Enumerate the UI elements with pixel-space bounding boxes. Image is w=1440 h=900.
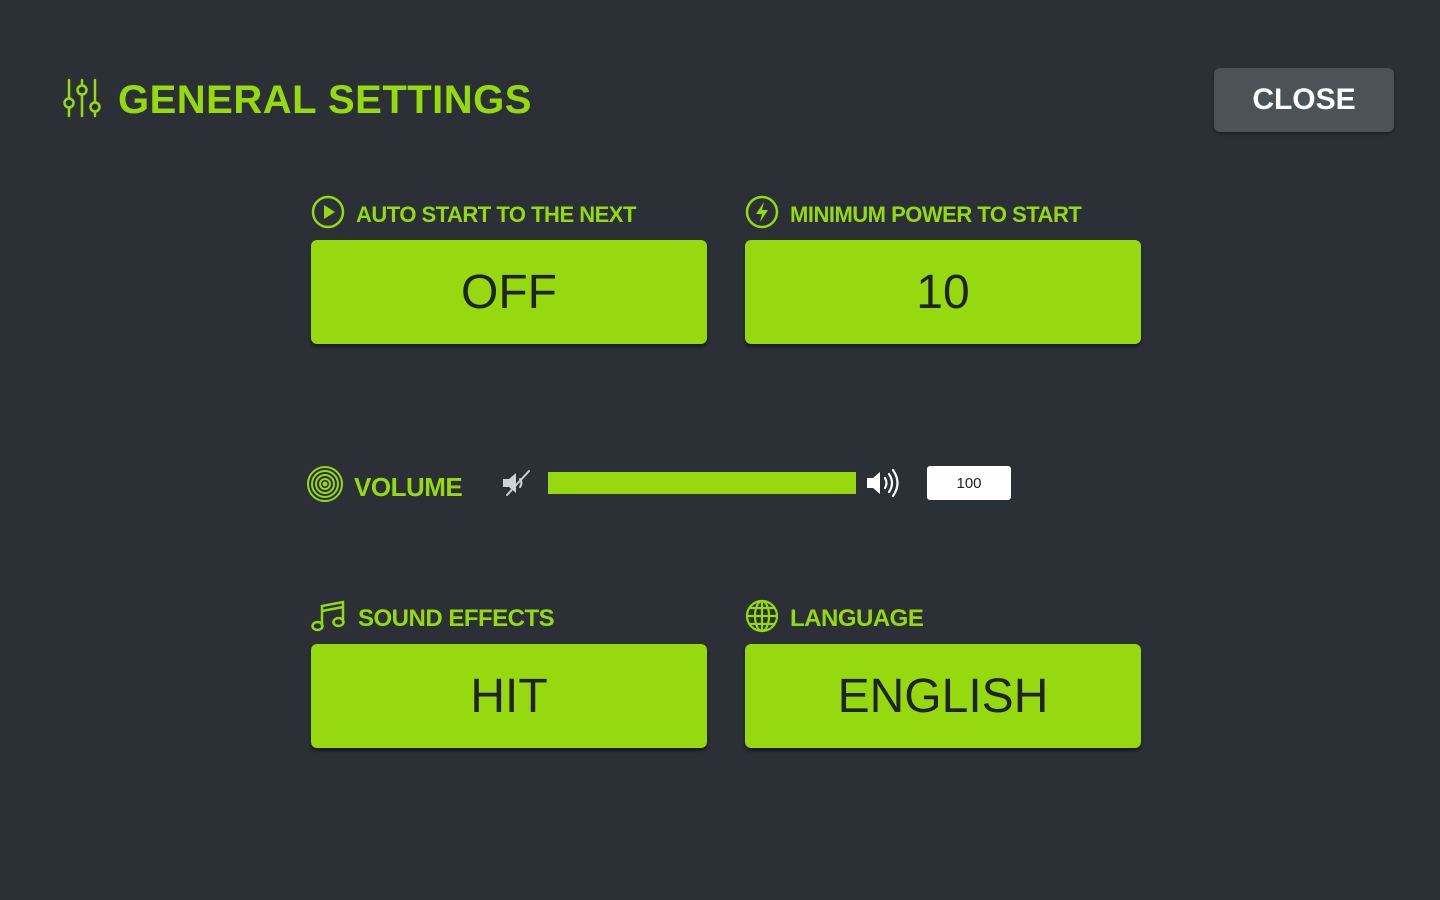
language-label-text: LANGUAGE	[790, 605, 924, 632]
sound-effects-label: SOUND EFFECTS	[310, 598, 555, 640]
target-rings-icon	[306, 465, 344, 509]
auto-start-label-text: AUTO START TO THE NEXT	[356, 202, 636, 227]
settings-screen: GENERAL SETTINGS CLOSE AUTO START TO THE…	[0, 0, 1440, 900]
speaker-loud-icon[interactable]	[864, 464, 904, 502]
speaker-mute-icon[interactable]	[498, 464, 536, 502]
min-power-label-text: MINIMUM POWER TO START	[790, 202, 1082, 227]
power-bolt-icon	[744, 194, 780, 236]
sliders-icon	[60, 76, 104, 125]
volume-slider-fill	[548, 472, 856, 494]
language-button[interactable]: ENGLISH	[745, 644, 1141, 748]
auto-start-label: AUTO START TO THE NEXT	[310, 194, 636, 236]
volume-value[interactable]: 100	[927, 466, 1011, 500]
volume-label: VOLUME	[306, 465, 463, 509]
page-title: GENERAL SETTINGS	[60, 76, 532, 125]
language-label: LANGUAGE	[744, 598, 924, 640]
volume-label-text: VOLUME	[354, 471, 463, 502]
music-note-icon	[310, 598, 348, 640]
play-circle-icon	[310, 194, 346, 236]
sound-effects-label-text: SOUND EFFECTS	[358, 605, 555, 632]
auto-start-button[interactable]: OFF	[311, 240, 707, 344]
volume-slider[interactable]	[548, 472, 856, 494]
globe-icon	[744, 598, 780, 640]
close-button[interactable]: CLOSE	[1214, 68, 1394, 132]
min-power-button[interactable]: 10	[745, 240, 1141, 344]
title-text: GENERAL SETTINGS	[118, 78, 532, 122]
sound-effects-button[interactable]: HIT	[311, 644, 707, 748]
min-power-label: MINIMUM POWER TO START	[744, 194, 1082, 236]
